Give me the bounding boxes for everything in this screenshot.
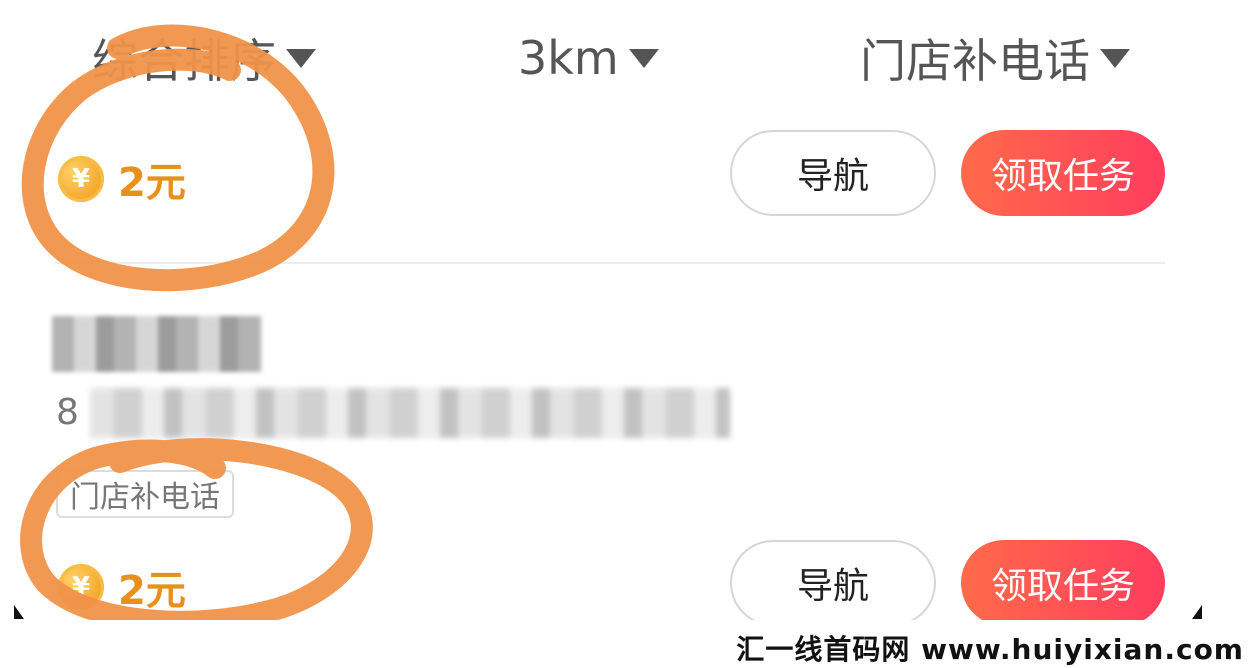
coin-icon: ¥ [58,156,104,202]
filter-task-type-label: 门店补电话 [860,34,1090,88]
reward-amount: 2元 [118,568,186,614]
navigate-button[interactable]: 导航 [730,540,936,626]
filter-task-type[interactable]: 门店补电话 [860,22,1130,94]
filter-sort[interactable]: 综合排序 [92,22,316,94]
task-type-tag: 门店补电话 [56,470,234,518]
dropdown-caret-icon [286,48,316,68]
store-name-redacted [52,316,262,372]
claim-task-button[interactable]: 领取任务 [961,130,1165,216]
reward-amount: 2元 [118,160,186,206]
navigate-button[interactable]: 导航 [730,130,936,216]
filter-sort-label: 综合排序 [92,34,276,88]
task-list-screen: 综合排序 3km 门店补电话 ¥ 2元 导航 领取任务 8 门店补电话 ¥ 2元… [0,0,1250,666]
divider [55,262,1165,264]
store-address-prefix: 8 [56,392,79,433]
corner-mark [1192,605,1202,619]
dropdown-caret-icon [628,48,659,68]
task-reward: ¥ 2元 [58,150,186,208]
corner-mark [14,605,24,619]
filter-distance-label: 3km [518,31,619,85]
coin-icon: ¥ [58,564,104,610]
store-address-redacted [90,388,730,438]
claim-task-button[interactable]: 领取任务 [961,540,1165,626]
task-reward: ¥ 2元 [58,558,186,616]
dropdown-caret-icon [1100,48,1130,68]
filter-distance[interactable]: 3km [518,22,659,94]
watermark: 汇一线首码网 www.huiyixian.com [736,633,1244,666]
